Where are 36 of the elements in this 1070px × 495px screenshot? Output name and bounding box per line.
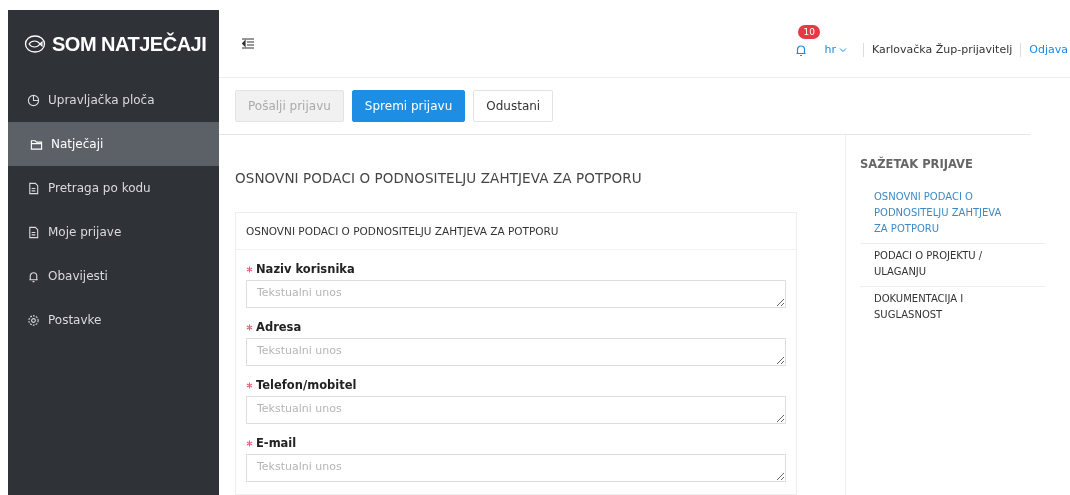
- logo-icon: [24, 35, 46, 53]
- input-field[interactable]: Tekstualni unos: [246, 396, 786, 424]
- sidebar-item[interactable]: Natječaji: [8, 122, 219, 166]
- field-label: E-mail: [256, 436, 297, 450]
- field-label: Adresa: [256, 320, 302, 334]
- settings-icon: [27, 313, 40, 327]
- cancel-button[interactable]: Odustani: [473, 90, 554, 122]
- logo-text: SOM NATJEČAJI: [52, 32, 207, 56]
- bell-icon[interactable]: [794, 42, 809, 57]
- bell-icon: [27, 269, 40, 283]
- sidebar-item[interactable]: Pretraga po kodu: [8, 166, 219, 210]
- input-field[interactable]: Tekstualni unos: [246, 280, 786, 308]
- logout-link[interactable]: Odjava: [1029, 43, 1068, 56]
- sidebar-item[interactable]: Moje prijave: [8, 210, 219, 254]
- section-title: OSNOVNI PODACI O PODNOSITELJU ZAHTJEVA ZA POTPORU: [235, 170, 643, 186]
- user-name: Karlovačka Žup-prijavitelj: [871, 43, 1013, 56]
- field-label: Telefon/mobitel: [256, 378, 357, 392]
- chart-icon: [27, 93, 40, 107]
- summary-title: SAŽETAK PRIJAVE: [860, 157, 974, 171]
- folder-icon: [30, 137, 43, 151]
- field-label: Naziv korisnika: [256, 262, 355, 276]
- summary-link[interactable]: DOKUMENTACIJA I SUGLASNOST: [860, 287, 1046, 329]
- sidebar-item[interactable]: Postavke: [8, 298, 219, 342]
- sidebar-item[interactable]: Upravljačka ploča: [8, 78, 219, 122]
- summary-link[interactable]: PODACI O PROJEKTU / ULAGANJU: [860, 244, 1046, 287]
- menu-icon[interactable]: [242, 38, 254, 49]
- summary-link[interactable]: OSNOVNI PODACI O PODNOSITELJU ZAHTJEVA ZA POTPORU: [860, 185, 1046, 244]
- notification-badge: 10: [798, 24, 820, 39]
- language-selector[interactable]: hr: [824, 43, 836, 56]
- input-field[interactable]: Tekstualni unos: [246, 338, 786, 366]
- caret-icon: [838, 45, 847, 54]
- card-title: OSNOVNI PODACI O PODNOSITELJU ZAHTJEVA ZA POTPORU: [236, 213, 796, 250]
- document-icon: [27, 181, 40, 195]
- input-field[interactable]: Tekstualni unos: [246, 454, 786, 482]
- sidebar-item[interactable]: Obavijesti: [8, 254, 219, 298]
- document-icon: [27, 225, 40, 239]
